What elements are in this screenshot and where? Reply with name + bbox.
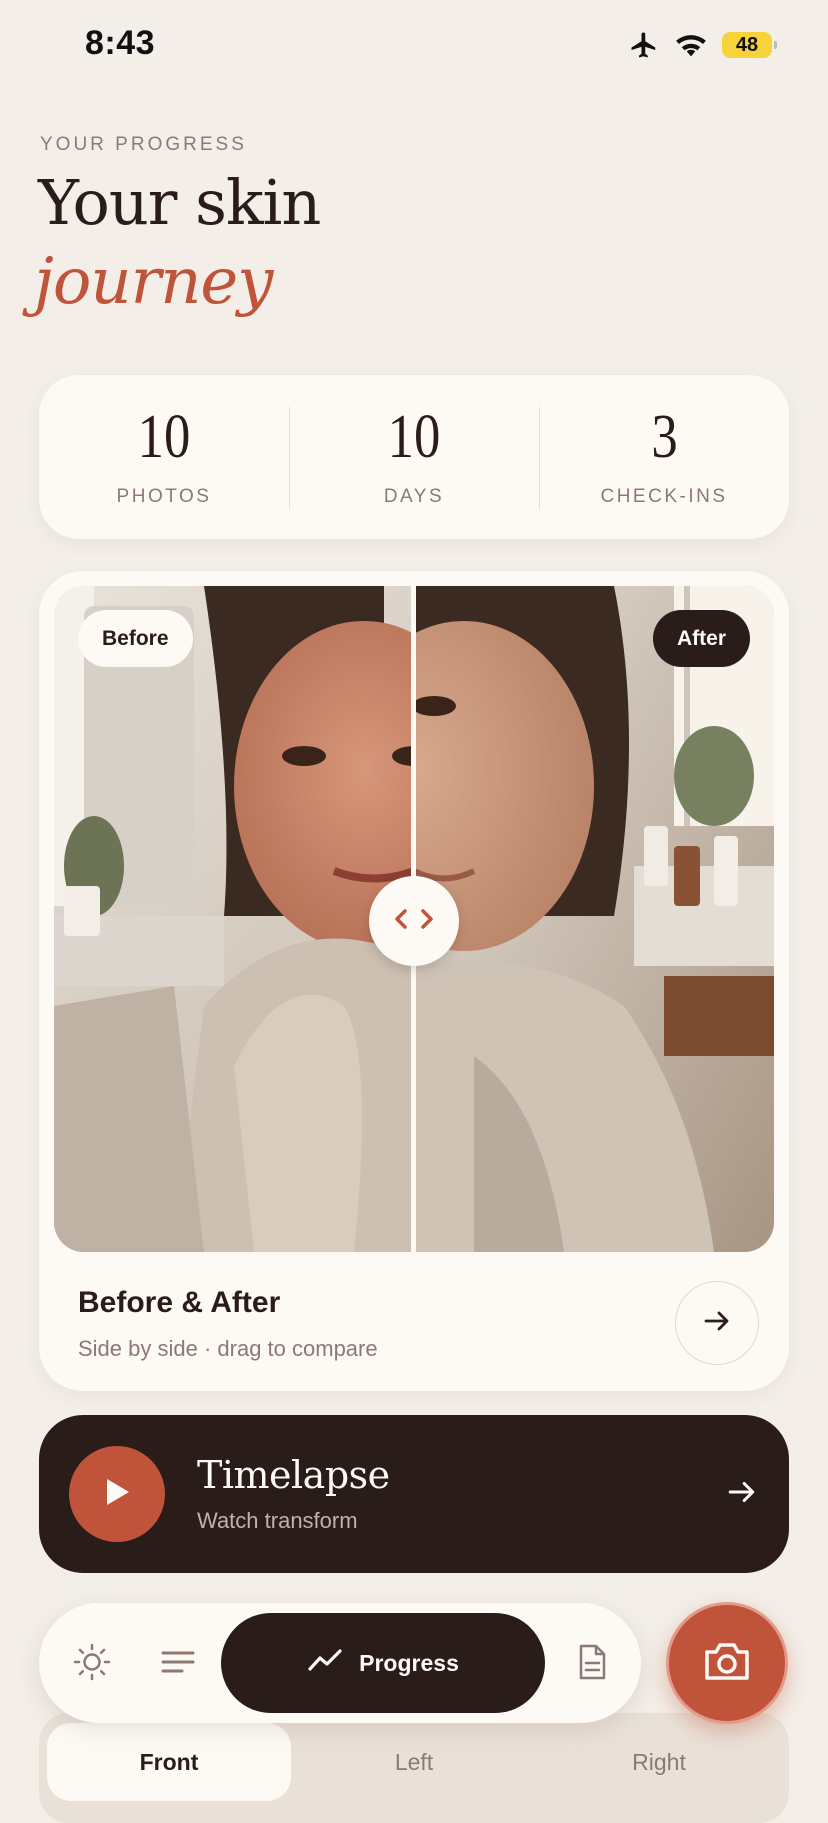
section-eyebrow: YOUR PROGRESS [40,134,247,155]
after-badge: After [652,610,750,667]
stat-days: 10 DAYS [289,375,539,539]
arrow-right-icon [703,1309,731,1338]
stat-label: CHECK-INS [600,486,728,507]
nav-log-button[interactable] [155,1641,201,1687]
wifi-icon [674,32,708,58]
list-icon [160,1648,196,1681]
stat-label: PHOTOS [116,486,212,507]
stat-value: 3 [650,403,678,471]
page-title: Your skin [38,166,321,239]
bottom-nav: Progress [39,1603,641,1723]
before-photo [54,586,414,1252]
compare-subtitle: Side by side · drag to compare [78,1336,378,1361]
arrow-right-icon [727,1477,757,1512]
status-icons: 48 [628,30,777,60]
before-badge: Before [78,610,193,667]
progress-chart-icon [307,1647,343,1679]
stat-value: 10 [387,403,441,471]
status-time: 8:43 [85,24,156,62]
battery-indicator: 48 [722,32,777,58]
camera-button[interactable] [666,1602,788,1724]
tab-right[interactable]: Right [537,1723,781,1801]
nav-notes-button[interactable] [569,1641,615,1687]
compare-title: Before & After [78,1286,281,1319]
play-icon [102,1476,132,1513]
page-title-accent: journey [34,245,273,319]
battery-level: 48 [735,33,759,56]
stat-photos: 10 PHOTOS [39,375,289,539]
tab-left[interactable]: Left [292,1723,536,1801]
camera-icon [702,1640,752,1687]
chevron-left-right-icon [393,907,435,936]
timelapse-title: Timelapse [197,1453,390,1497]
nav-progress-button[interactable]: Progress [221,1613,545,1713]
document-icon [576,1643,608,1686]
stat-check-ins: 3 CHECK-INS [539,375,789,539]
nav-progress-label: Progress [359,1649,459,1676]
nav-routine-button[interactable] [69,1641,115,1687]
after-photo [414,586,774,1252]
before-after-card[interactable]: Before After Before & After Side by side… [39,571,789,1391]
status-bar: 8:43 48 [0,0,828,90]
stats-card: 10 PHOTOS 10 DAYS 3 CHECK-INS [39,375,789,539]
sun-icon [72,1642,112,1687]
play-timelapse-button[interactable] [69,1446,165,1542]
compare-slider[interactable]: Before After [54,586,774,1252]
airplane-icon [628,30,660,60]
timelapse-card[interactable]: Timelapse Watch transform [39,1415,789,1573]
compare-drag-handle[interactable] [369,876,459,966]
stat-value: 10 [137,403,191,471]
open-compare-button[interactable] [675,1281,759,1365]
stat-label: DAYS [383,486,445,507]
view-angle-tabs: Front Left Right [39,1713,789,1823]
timelapse-subtitle: Watch transform [197,1508,358,1533]
tab-front[interactable]: Front [47,1723,291,1801]
